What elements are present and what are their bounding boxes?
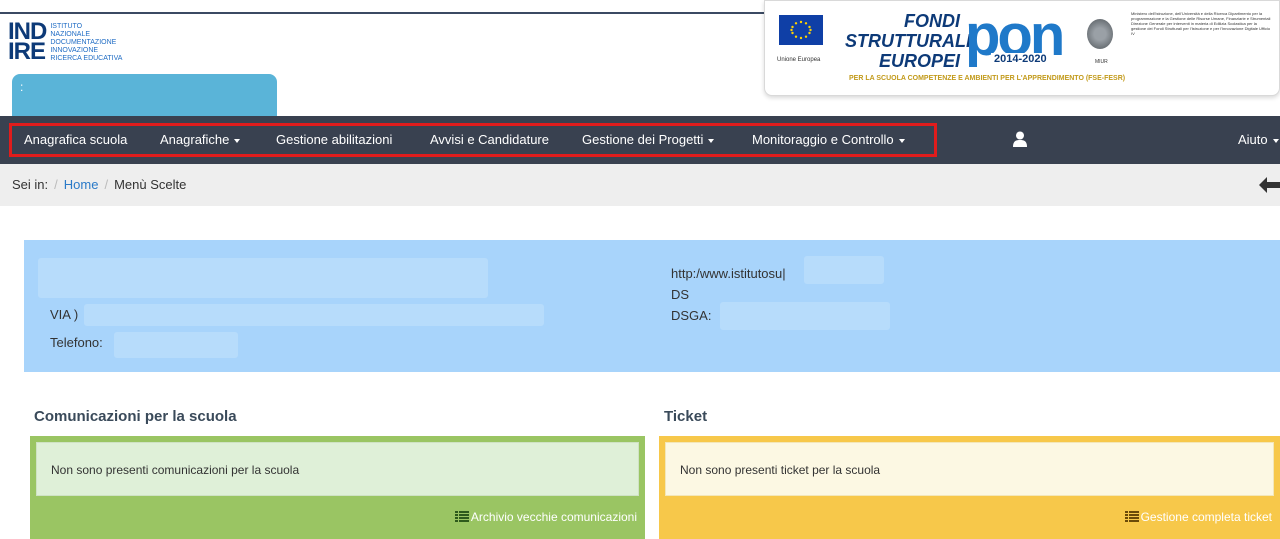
- communications-message: Non sono presenti comunicazioni per la s…: [36, 442, 639, 496]
- nav-aiuto[interactable]: Aiuto: [1238, 116, 1279, 164]
- nav-anagrafica-scuola[interactable]: Anagrafica scuola: [24, 116, 127, 164]
- indire-logo-text-line: ISTITUTO: [50, 23, 83, 30]
- redacted-school-name: [38, 258, 488, 298]
- redacted-website: [804, 256, 884, 284]
- fondi-line: STRUTTURALI: [845, 31, 971, 51]
- fondi-line: EUROPEI: [878, 51, 960, 71]
- indire-logo-line2: IRE: [8, 38, 46, 65]
- page: IND IRE ISTITUTO NAZIONALE DOCUMENTAZION…: [0, 0, 1280, 539]
- breadcrumb-separator: /: [104, 177, 109, 192]
- back-arrow-icon[interactable]: [1258, 176, 1280, 194]
- nav-anagrafiche[interactable]: Anagrafiche: [160, 116, 241, 164]
- caret-down-icon: [898, 138, 905, 143]
- school-phone-label: Telefono:: [50, 335, 103, 350]
- nav-label: Anagrafiche: [160, 132, 230, 147]
- caret-down-icon: [708, 138, 715, 143]
- communications-archive-link[interactable]: Archivio vecchie comunicazioni: [454, 510, 637, 524]
- ministry-text: Ministero dell'Istruzione, dell'Universi…: [1131, 11, 1271, 36]
- school-address: VIA ): [50, 307, 79, 322]
- tickets-manage-link[interactable]: Gestione completa ticket: [1124, 510, 1272, 524]
- list-icon: [1124, 511, 1139, 522]
- communications-archive-label: Archivio vecchie comunicazioni: [470, 510, 637, 524]
- nav-label: Gestione abilitazioni: [276, 132, 393, 147]
- tickets-panel: Non sono presenti ticket per la scuola G…: [659, 436, 1280, 539]
- communications-title: Comunicazioni per la scuola: [34, 408, 237, 425]
- nav-label: Avvisi e Candidature: [430, 132, 549, 147]
- nav-label: Aiuto: [1238, 132, 1268, 147]
- nav-label: Anagrafica scuola: [24, 132, 128, 147]
- pon-years: 2014-2020: [991, 53, 1050, 65]
- indire-logo[interactable]: IND IRE ISTITUTO NAZIONALE DOCUMENTAZION…: [8, 20, 122, 65]
- site-header: IND IRE ISTITUTO NAZIONALE DOCUMENTAZION…: [0, 0, 1280, 116]
- miur-label: MIUR: [1095, 59, 1108, 65]
- caret-down-icon: [234, 138, 241, 143]
- communications-panel: Non sono presenti comunicazioni per la s…: [30, 436, 645, 539]
- header-top-rule: [0, 12, 770, 14]
- italian-republic-emblem-icon: [1087, 19, 1113, 49]
- tickets-message: Non sono presenti ticket per la scuola: [665, 442, 1274, 496]
- breadcrumb-current: Menù Scelte: [114, 177, 187, 192]
- school-info-panel: VIA ) Telefono: http:/www.istitutosu| DS…: [24, 240, 1280, 372]
- user-icon[interactable]: [1013, 131, 1027, 147]
- pon-subtitle: PER LA SCUOLA COMPETENZE E AMBIENTI PER …: [849, 75, 1126, 82]
- indire-logo-text-line: DOCUMENTAZIONE: [50, 39, 117, 46]
- indire-logo-text-line: INNOVAZIONE: [50, 47, 99, 54]
- indire-logo-text-line: RICERCA EDUCATIVA: [50, 55, 123, 62]
- redacted-phone: [114, 332, 238, 358]
- nav-label: Gestione dei Progetti: [582, 132, 704, 147]
- nav-gestione-abilitazioni[interactable]: Gestione abilitazioni: [276, 116, 392, 164]
- nav-avvisi-e-candidature[interactable]: Avvisi e Candidature: [430, 116, 549, 164]
- tickets-manage-label: Gestione completa ticket: [1140, 510, 1272, 524]
- school-ds-label: DS: [671, 287, 690, 302]
- breadcrumb-prefix: Sei in:: [12, 177, 49, 192]
- user-info-text: :: [20, 80, 24, 94]
- pon-banner: Unione Europea FONDI STRUTTURALI EUROPEI…: [764, 0, 1280, 96]
- indire-logo-text-line: NAZIONALE: [50, 31, 91, 38]
- nav-gestione-dei-progetti[interactable]: Gestione dei Progetti: [582, 116, 715, 164]
- breadcrumb-separator: /: [54, 177, 58, 192]
- redacted-dsga: [720, 302, 890, 330]
- indire-logo-mark: IND IRE: [8, 20, 47, 65]
- list-icon: [454, 511, 469, 522]
- user-info-tab: :: [12, 74, 277, 116]
- main-navbar: Anagrafica scuola Anagrafiche Gestione a…: [0, 116, 1280, 164]
- eu-flag-icon: [779, 15, 823, 45]
- breadcrumb-home-link[interactable]: Home: [64, 177, 99, 192]
- eu-label: Unione Europea: [777, 57, 821, 63]
- indire-logo-text: ISTITUTO NAZIONALE DOCUMENTAZIONE INNOVA…: [50, 23, 122, 63]
- tickets-title: Ticket: [664, 408, 708, 425]
- redacted-address: [84, 304, 544, 326]
- school-dsga-label: DSGA:: [671, 308, 712, 323]
- school-website[interactable]: http:/www.istitutosu|: [671, 266, 786, 281]
- fondi-strutturali-text: FONDI STRUTTURALI EUROPEI: [845, 11, 971, 71]
- caret-down-icon: [1272, 138, 1279, 143]
- nav-monitoraggio-e-controllo[interactable]: Monitoraggio e Controllo: [752, 116, 905, 164]
- fondi-line: FONDI: [904, 11, 960, 31]
- breadcrumb: Sei in: / Home / Menù Scelte: [0, 164, 1280, 206]
- nav-label: Monitoraggio e Controllo: [752, 132, 894, 147]
